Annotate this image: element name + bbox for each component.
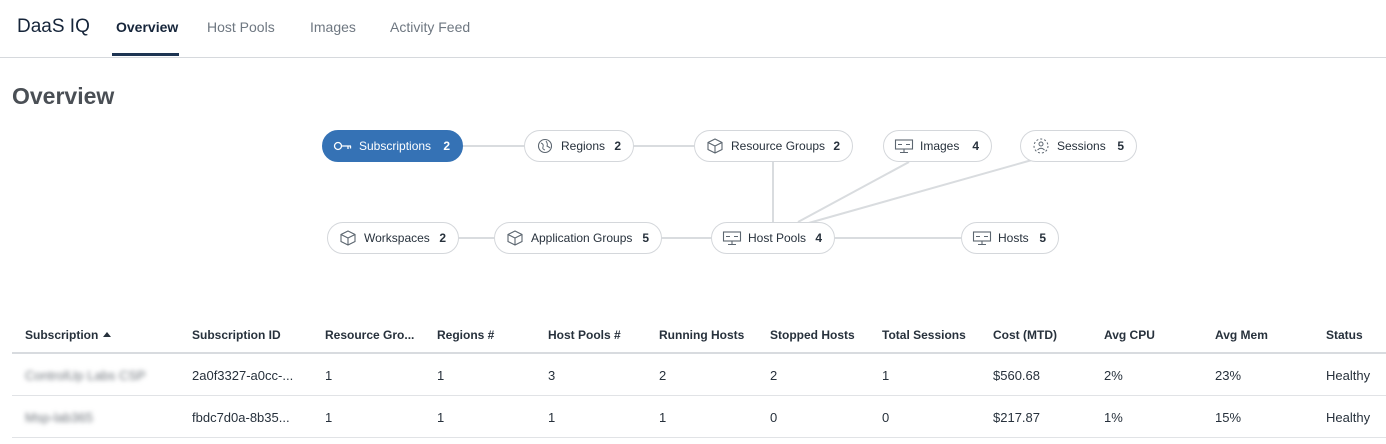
monitor-icon (972, 228, 992, 248)
graph-node-label: Resource Groups (731, 139, 826, 153)
cell-cost-mtd: $217.87 (993, 410, 1040, 425)
table-row[interactable]: Msp-lab365 fbdc7d0a-8b35... 1 1 1 1 0 0 … (12, 396, 1386, 438)
graph-node-count: 4 (815, 231, 822, 245)
tab-overview[interactable]: Overview (116, 19, 178, 35)
column-header-avg-cpu[interactable]: Avg CPU (1104, 328, 1155, 342)
cell-subscription-id: 2a0f3327-a0cc-... (192, 368, 294, 383)
tab-activity-feed[interactable]: Activity Feed (390, 19, 470, 35)
column-header-cost-mtd[interactable]: Cost (MTD) (993, 328, 1057, 342)
column-header-subscription[interactable]: Subscription (25, 328, 112, 342)
cell-subscription: Msp-lab365 (25, 410, 93, 425)
cube-icon (338, 228, 358, 248)
tab-host-pools[interactable]: Host Pools (207, 19, 275, 35)
table-row[interactable]: ControlUp Labs CSP 2a0f3327-a0cc-... 1 1… (12, 354, 1386, 396)
top-nav: DaaS IQ Overview Host Pools Images Activ… (0, 0, 1386, 58)
graph-node-sessions[interactable]: Sessions 5 (1020, 130, 1137, 162)
cell-cost-mtd: $560.68 (993, 368, 1040, 383)
graph-node-label: Images (920, 139, 960, 153)
graph-node-count: 2 (614, 139, 621, 153)
graph-node-count: 2 (443, 139, 450, 153)
subscriptions-table: Subscription Subscription ID Resource Gr… (12, 318, 1386, 438)
graph-node-subscriptions[interactable]: Subscriptions 2 (322, 130, 463, 162)
cell-status: Healthy (1326, 368, 1371, 383)
graph-node-count: 5 (1117, 139, 1124, 153)
graph-node-resource-groups[interactable]: Resource Groups 2 (694, 130, 853, 162)
cell-total-sessions: 0 (882, 410, 890, 425)
column-header-total-sessions[interactable]: Total Sessions (882, 328, 966, 342)
cell-host-pools: 3 (548, 368, 556, 383)
cell-regions: 1 (437, 410, 445, 425)
cell-status: Healthy (1326, 410, 1371, 425)
cell-host-pools: 1 (548, 410, 556, 425)
cube-icon (705, 136, 725, 156)
column-header-running-hosts[interactable]: Running Hosts (659, 328, 744, 342)
cell-regions: 1 (437, 368, 445, 383)
tab-images[interactable]: Images (310, 19, 356, 35)
session-icon (1031, 136, 1051, 156)
column-header-resource-groups[interactable]: Resource Gro... (325, 328, 414, 342)
globe-icon (535, 136, 555, 156)
graph-node-label: Workspaces (364, 231, 430, 245)
graph-node-count: 2 (439, 231, 446, 245)
monitor-icon (894, 136, 914, 156)
connector-images-host-pools (797, 161, 910, 223)
active-tab-indicator (112, 53, 179, 56)
sort-ascending-icon[interactable] (103, 332, 112, 337)
key-icon (333, 136, 353, 156)
cell-resource-groups: 1 (325, 410, 333, 425)
graph-node-label: Application Groups (531, 231, 633, 245)
graph-node-count: 2 (833, 139, 840, 153)
cell-stopped-hosts: 2 (770, 368, 778, 383)
cell-running-hosts: 2 (659, 368, 667, 383)
cell-avg-mem: 23% (1215, 368, 1242, 383)
app-title[interactable]: DaaS IQ (17, 16, 90, 38)
cell-subscription-id: fbdc7d0a-8b35... (192, 410, 290, 425)
table-header: Subscription Subscription ID Resource Gr… (12, 318, 1386, 354)
column-header-avg-mem[interactable]: Avg Mem (1215, 328, 1268, 342)
column-header-stopped-hosts[interactable]: Stopped Hosts (770, 328, 855, 342)
graph-node-host-pools[interactable]: Host Pools 4 (711, 222, 835, 254)
graph-node-label: Sessions (1057, 139, 1106, 153)
cell-running-hosts: 1 (659, 410, 667, 425)
page-title: Overview (12, 83, 115, 109)
cell-avg-cpu: 1% (1104, 410, 1123, 425)
graph-node-count: 5 (1039, 231, 1046, 245)
cell-total-sessions: 1 (882, 368, 890, 383)
column-header-label: Subscription (25, 328, 99, 342)
graph-node-label: Subscriptions (359, 139, 432, 153)
relationship-graph: Subscriptions 2 Regions 2 Resource Group… (0, 120, 1386, 270)
graph-node-images[interactable]: Images 4 (883, 130, 992, 162)
graph-node-workspaces[interactable]: Workspaces 2 (327, 222, 459, 254)
column-header-regions[interactable]: Regions # (437, 328, 494, 342)
column-header-status[interactable]: Status (1326, 328, 1363, 342)
graph-node-label: Host Pools (748, 231, 807, 245)
monitor-icon (722, 228, 742, 248)
graph-node-hosts[interactable]: Hosts 5 (961, 222, 1059, 254)
cube-icon (505, 228, 525, 248)
cell-stopped-hosts: 0 (770, 410, 778, 425)
cell-subscription: ControlUp Labs CSP (25, 368, 146, 383)
column-header-subscription-id[interactable]: Subscription ID (192, 328, 281, 342)
graph-node-label: Hosts (998, 231, 1029, 245)
graph-node-regions[interactable]: Regions 2 (524, 130, 634, 162)
cell-avg-cpu: 2% (1104, 368, 1123, 383)
cell-avg-mem: 15% (1215, 410, 1242, 425)
connector-sessions-host-pools (797, 159, 1033, 227)
column-header-host-pools[interactable]: Host Pools # (548, 328, 621, 342)
graph-node-count: 4 (972, 139, 979, 153)
cell-resource-groups: 1 (325, 368, 333, 383)
graph-node-application-groups[interactable]: Application Groups 5 (494, 222, 662, 254)
graph-node-label: Regions (561, 139, 606, 153)
graph-node-count: 5 (642, 231, 649, 245)
graph-connectors (459, 145, 1033, 239)
